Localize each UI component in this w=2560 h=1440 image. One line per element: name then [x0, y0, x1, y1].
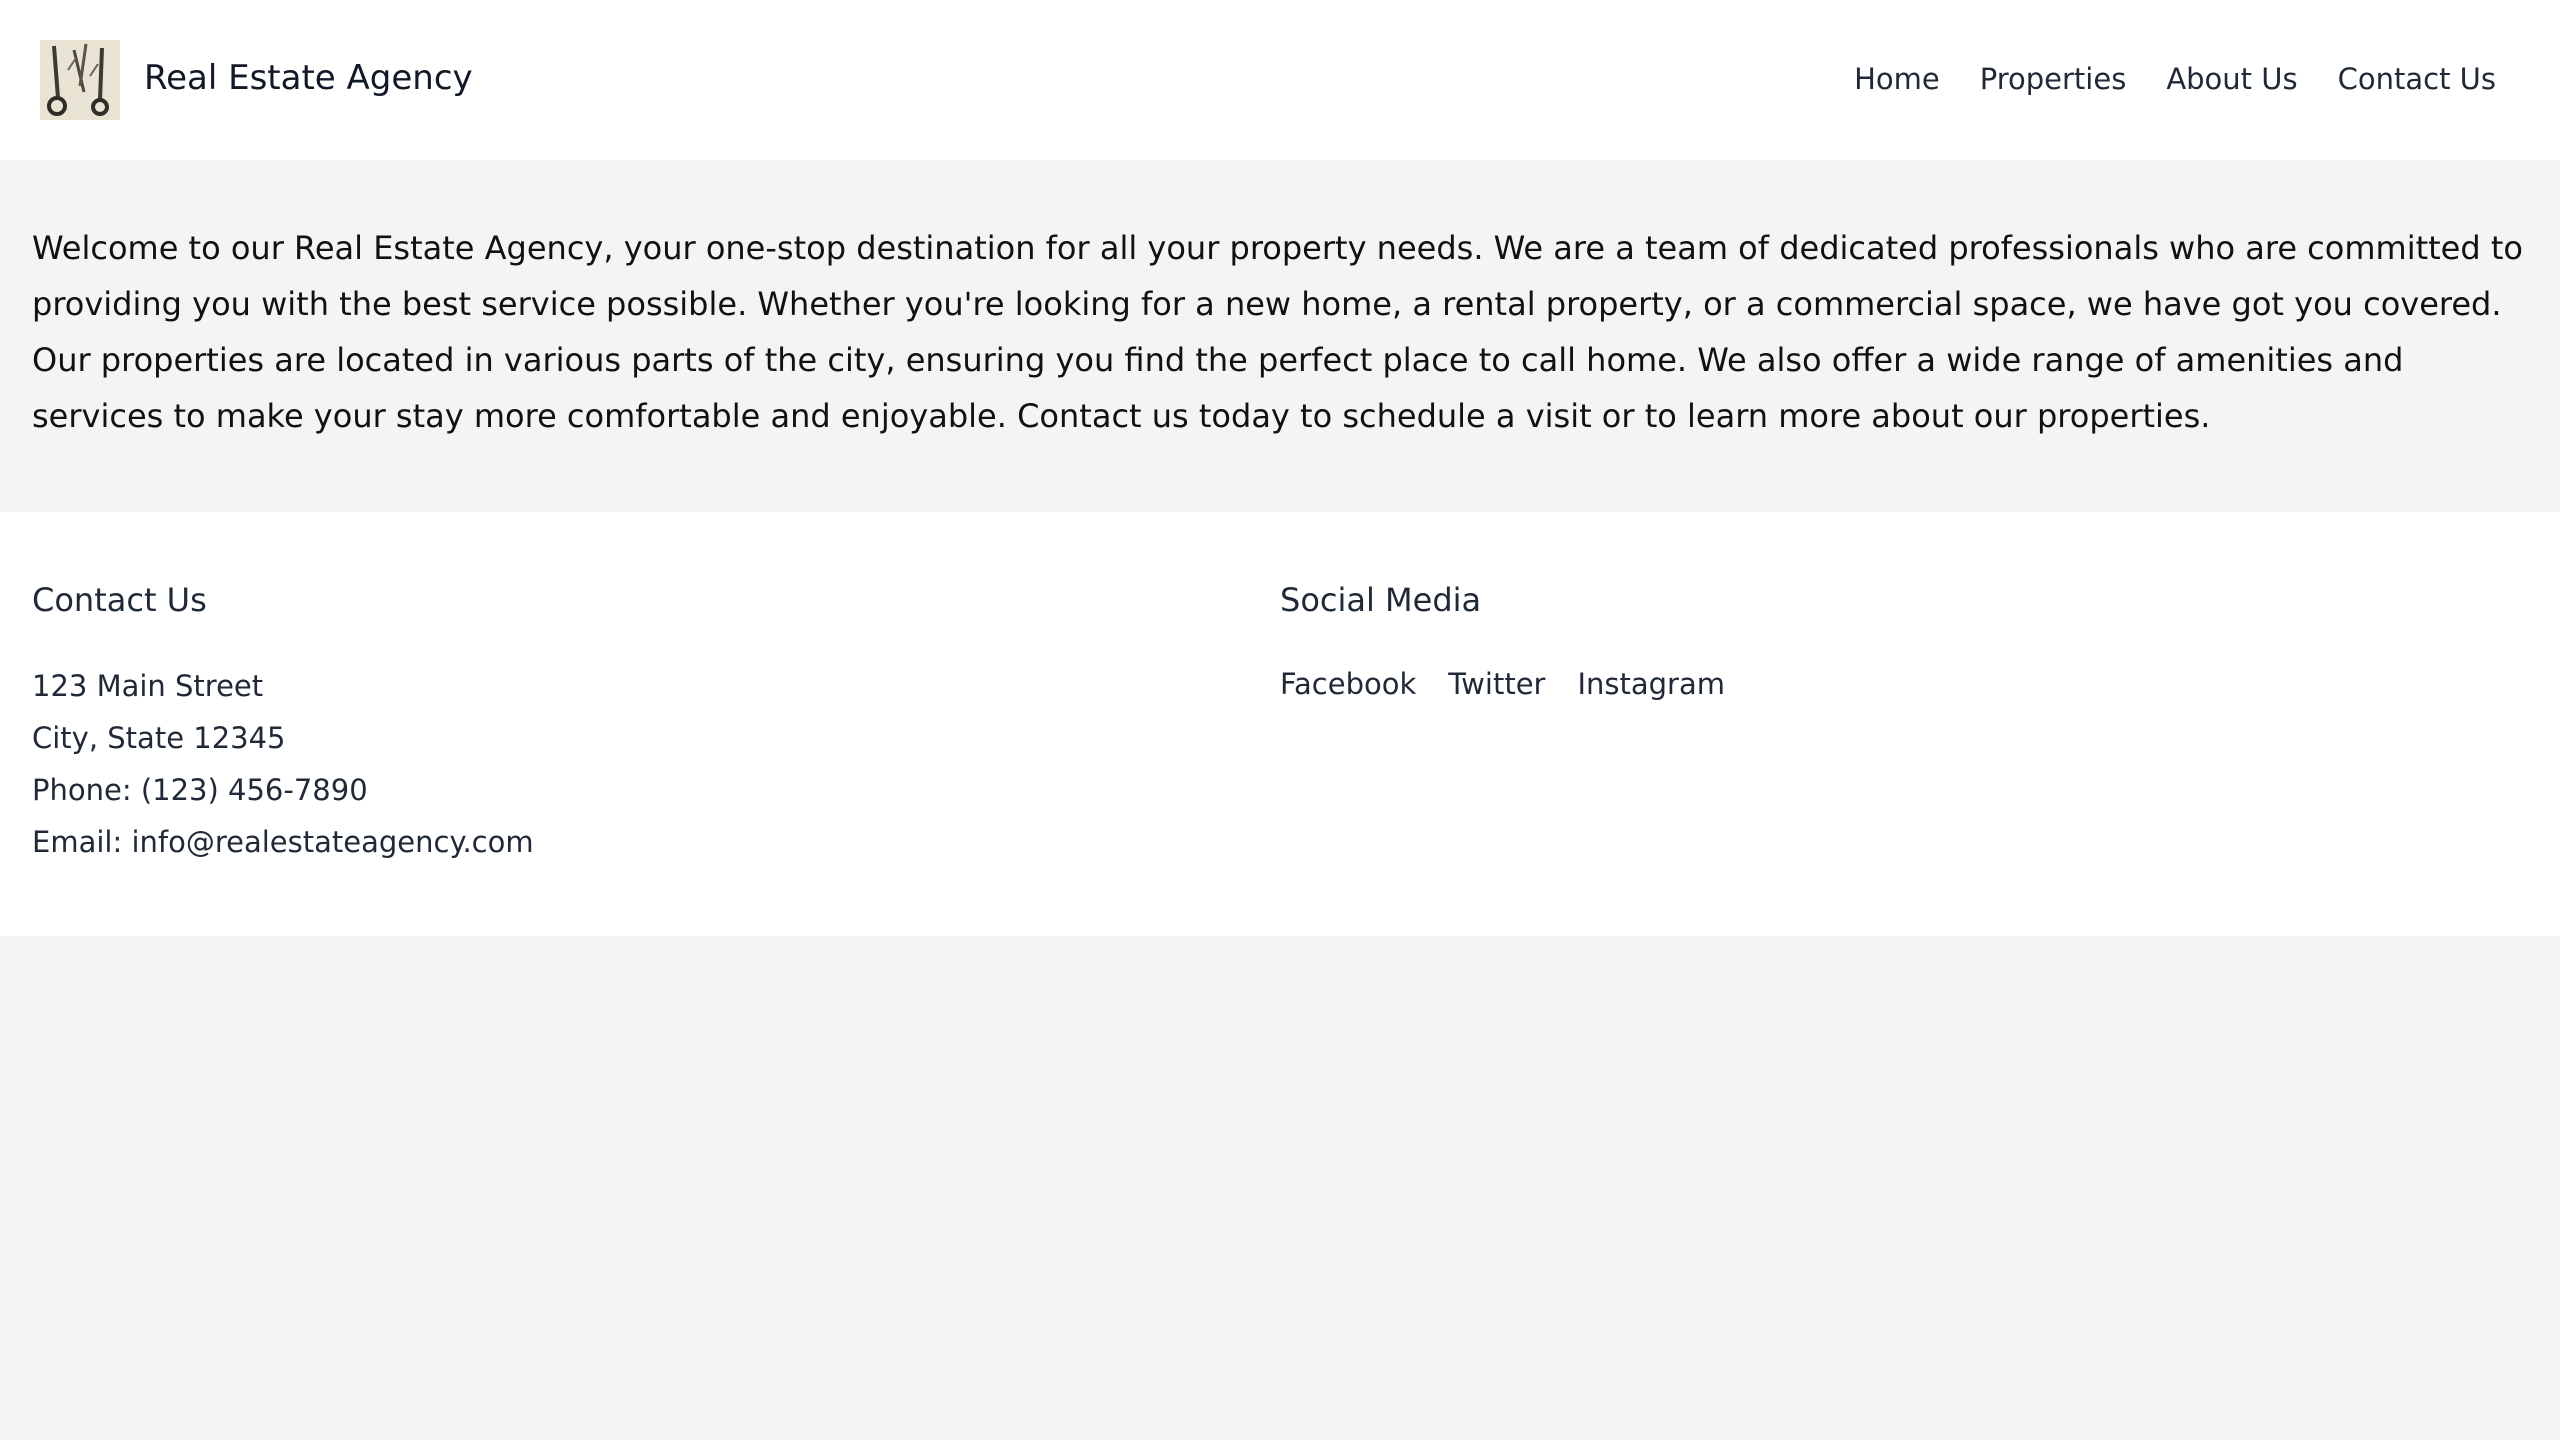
- contact-heading: Contact Us: [32, 581, 207, 619]
- instagram-link[interactable]: Instagram: [1577, 660, 1725, 708]
- keys-logo-icon[interactable]: [40, 40, 120, 120]
- nav-about-us-link[interactable]: About Us: [2166, 60, 2297, 98]
- keys-photo-icon: [40, 40, 120, 120]
- nav-contact-us-link[interactable]: Contact Us: [2338, 60, 2496, 98]
- contact-section: Contact Us 123 Main Street City, State 1…: [32, 576, 534, 868]
- site-header: Real Estate Agency Home Properties About…: [0, 0, 2560, 160]
- address-street: 123 Main Street: [32, 669, 264, 703]
- facebook-link[interactable]: Facebook: [1280, 660, 1416, 708]
- nav-properties-link[interactable]: Properties: [1980, 60, 2127, 98]
- site-title[interactable]: Real Estate Agency: [144, 56, 473, 100]
- site-footer: Contact Us 123 Main Street City, State 1…: [0, 512, 2560, 936]
- address-city: City, State 12345: [32, 721, 286, 755]
- welcome-paragraph: Welcome to our Real Estate Agency, your …: [32, 229, 2523, 435]
- twitter-link[interactable]: Twitter: [1448, 660, 1545, 708]
- social-media-section: Social Media Facebook Twitter Instagram: [1280, 576, 1725, 708]
- email-text: Email: info@realestateagency.com: [32, 825, 534, 859]
- main-nav: Home Properties About Us Contact Us: [1854, 60, 2496, 98]
- phone-text: Phone: (123) 456-7890: [32, 773, 368, 807]
- social-links: Facebook Twitter Instagram: [1280, 660, 1725, 708]
- nav-home-link[interactable]: Home: [1854, 60, 1940, 98]
- social-media-heading: Social Media: [1280, 581, 1482, 619]
